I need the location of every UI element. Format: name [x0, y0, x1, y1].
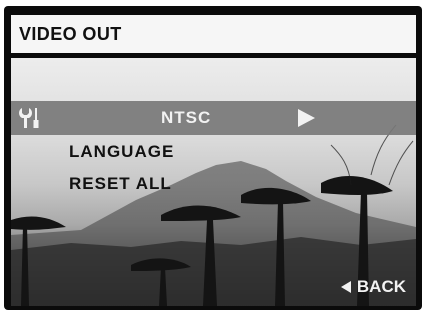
menu-item-label: LANGUAGE	[69, 142, 175, 161]
title-bar: VIDEO OUT	[11, 15, 416, 53]
back-arrow-left-icon	[340, 281, 351, 293]
menu-title: VIDEO OUT	[19, 24, 122, 44]
title-divider	[11, 53, 416, 58]
back-button[interactable]: BACK	[339, 276, 406, 298]
menu-item-language[interactable]: LANGUAGE	[11, 136, 416, 170]
back-label: BACK	[356, 277, 406, 296]
menu-item-label: RESET ALL	[69, 174, 172, 193]
menu-screen: VIDEO OUT NTSC LANGUAGE RESET ALL BACK	[11, 15, 416, 306]
selected-value-text: NTSC	[161, 108, 212, 127]
settings-tools-icon	[19, 108, 39, 128]
menu-item-reset-all[interactable]: RESET ALL	[11, 168, 416, 202]
play-arrow-right-icon[interactable]	[295, 107, 317, 129]
menu-row-video-out-value[interactable]: NTSC	[11, 101, 416, 135]
camera-display-frame: VIDEO OUT NTSC LANGUAGE RESET ALL BACK	[4, 6, 422, 310]
